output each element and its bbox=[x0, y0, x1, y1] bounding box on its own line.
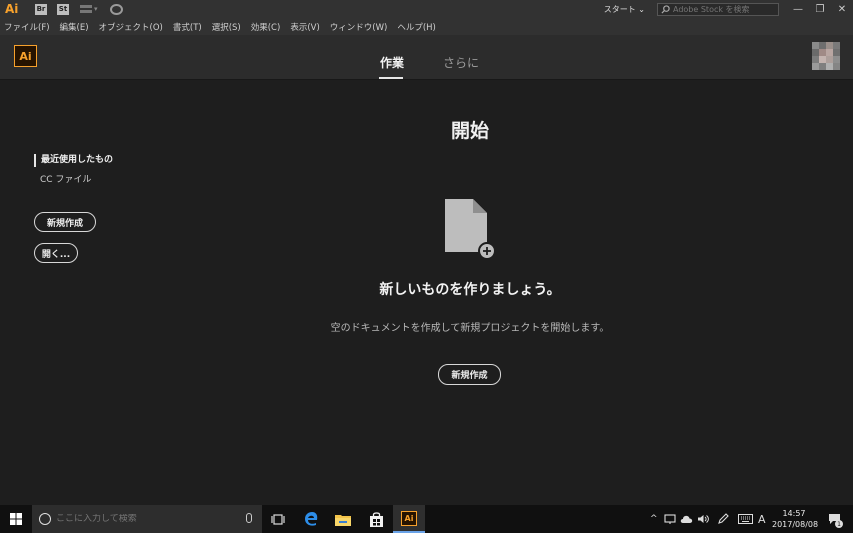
tab-more[interactable]: さらに bbox=[443, 54, 479, 71]
menu-edit[interactable]: 編集(E) bbox=[60, 21, 89, 33]
sidebar-item-cc-files[interactable]: CC ファイル bbox=[40, 172, 91, 185]
menu-window[interactable]: ウィンドウ(W) bbox=[330, 21, 388, 33]
windows-taskbar: Ai ^ A 14:57 2017/08/08 bbox=[0, 505, 853, 533]
folder-icon bbox=[335, 514, 351, 526]
cortana-icon bbox=[39, 513, 51, 525]
restore-button[interactable]: ❐ bbox=[809, 0, 831, 18]
menu-bar: ファイル(F) 編集(E) オブジェクト(O) 書式(T) 選択(S) 効果(C… bbox=[0, 18, 853, 35]
new-document-icon bbox=[445, 199, 496, 260]
menu-effect[interactable]: 効果(C) bbox=[251, 21, 281, 33]
system-tray: ^ A bbox=[650, 505, 766, 533]
avatar[interactable] bbox=[812, 42, 840, 70]
workspace-switcher[interactable]: スタート ⌄ bbox=[604, 4, 645, 15]
stock-search-box[interactable] bbox=[657, 2, 779, 16]
edge-browser-icon bbox=[305, 512, 318, 526]
microphone-icon[interactable] bbox=[246, 513, 252, 523]
taskbar-search[interactable] bbox=[32, 505, 262, 533]
notification-count-badge: 1 bbox=[835, 520, 843, 528]
taskbar-search-input[interactable] bbox=[56, 514, 226, 524]
close-button[interactable]: ✕ bbox=[831, 0, 853, 18]
menu-help[interactable]: ヘルプ(H) bbox=[397, 21, 436, 33]
arrange-documents-icon[interactable] bbox=[80, 5, 92, 13]
menu-type[interactable]: 書式(T) bbox=[173, 21, 202, 33]
illustrator-taskbar-logo: Ai bbox=[401, 510, 417, 526]
taskbar-edge[interactable] bbox=[295, 505, 327, 533]
sidebar-open-button[interactable]: 開く... bbox=[34, 243, 78, 263]
menu-view[interactable]: 表示(V) bbox=[290, 21, 319, 33]
chevron-down-icon: ⌄ bbox=[638, 4, 645, 14]
sidebar-new-button[interactable]: 新規作成 bbox=[34, 212, 96, 232]
title-bar-right: スタート ⌄ — ❐ ✕ bbox=[604, 0, 853, 18]
task-view-icon bbox=[271, 513, 285, 525]
start-header: Ai 作業 さらに bbox=[0, 35, 853, 80]
main-new-button[interactable]: 新規作成 bbox=[438, 364, 501, 385]
menu-file[interactable]: ファイル(F) bbox=[4, 21, 50, 33]
sidebar-item-recent[interactable]: 最近使用したもの bbox=[34, 154, 113, 167]
main-headline: 新しいものを作りましょう。 bbox=[379, 282, 561, 298]
taskbar-explorer[interactable] bbox=[327, 505, 359, 533]
illustrator-logo: Ai bbox=[14, 45, 37, 67]
taskbar-store[interactable] bbox=[360, 505, 392, 533]
ime-mode-indicator[interactable]: A bbox=[758, 513, 766, 526]
windows-logo-icon bbox=[10, 513, 22, 525]
minimize-button[interactable]: — bbox=[787, 0, 809, 18]
stock-search-input[interactable] bbox=[673, 4, 773, 14]
main-description: 空のドキュメントを作成して新規プロジェクトを開始します。 bbox=[330, 323, 610, 334]
search-icon bbox=[661, 4, 670, 14]
app-mark: Ai bbox=[5, 2, 19, 16]
taskbar-clock[interactable]: 14:57 2017/08/08 bbox=[772, 508, 819, 530]
network-icon[interactable] bbox=[664, 513, 676, 525]
menu-select[interactable]: 選択(S) bbox=[212, 21, 241, 33]
onedrive-cloud-icon[interactable] bbox=[680, 514, 693, 524]
windows-start-button[interactable] bbox=[0, 505, 32, 533]
bridge-button[interactable]: Br bbox=[35, 3, 47, 15]
chevron-down-icon[interactable]: ▾ bbox=[94, 5, 98, 13]
pen-icon[interactable] bbox=[717, 513, 729, 525]
clock-time: 14:57 bbox=[782, 509, 806, 518]
action-center-button[interactable]: 1 bbox=[822, 505, 846, 533]
stock-button[interactable]: St bbox=[57, 3, 69, 15]
volume-icon[interactable] bbox=[697, 514, 709, 524]
clock-date: 2017/08/08 bbox=[772, 520, 819, 529]
active-tab-indicator bbox=[379, 77, 403, 79]
gpu-performance-icon[interactable] bbox=[109, 3, 123, 15]
taskbar-illustrator[interactable]: Ai bbox=[393, 505, 425, 533]
keyboard-icon[interactable] bbox=[738, 514, 753, 524]
tab-work[interactable]: 作業 bbox=[380, 54, 404, 71]
task-view-button[interactable] bbox=[262, 505, 294, 533]
store-bag-icon bbox=[369, 511, 383, 527]
page-title: 開始 bbox=[450, 120, 489, 142]
workspace-label: スタート bbox=[603, 4, 636, 14]
menu-object[interactable]: オブジェクト(O) bbox=[99, 21, 163, 33]
chevron-up-icon[interactable]: ^ bbox=[650, 514, 661, 524]
title-bar: Ai Br St ▾ スタート ⌄ — ❐ ✕ bbox=[0, 0, 853, 18]
